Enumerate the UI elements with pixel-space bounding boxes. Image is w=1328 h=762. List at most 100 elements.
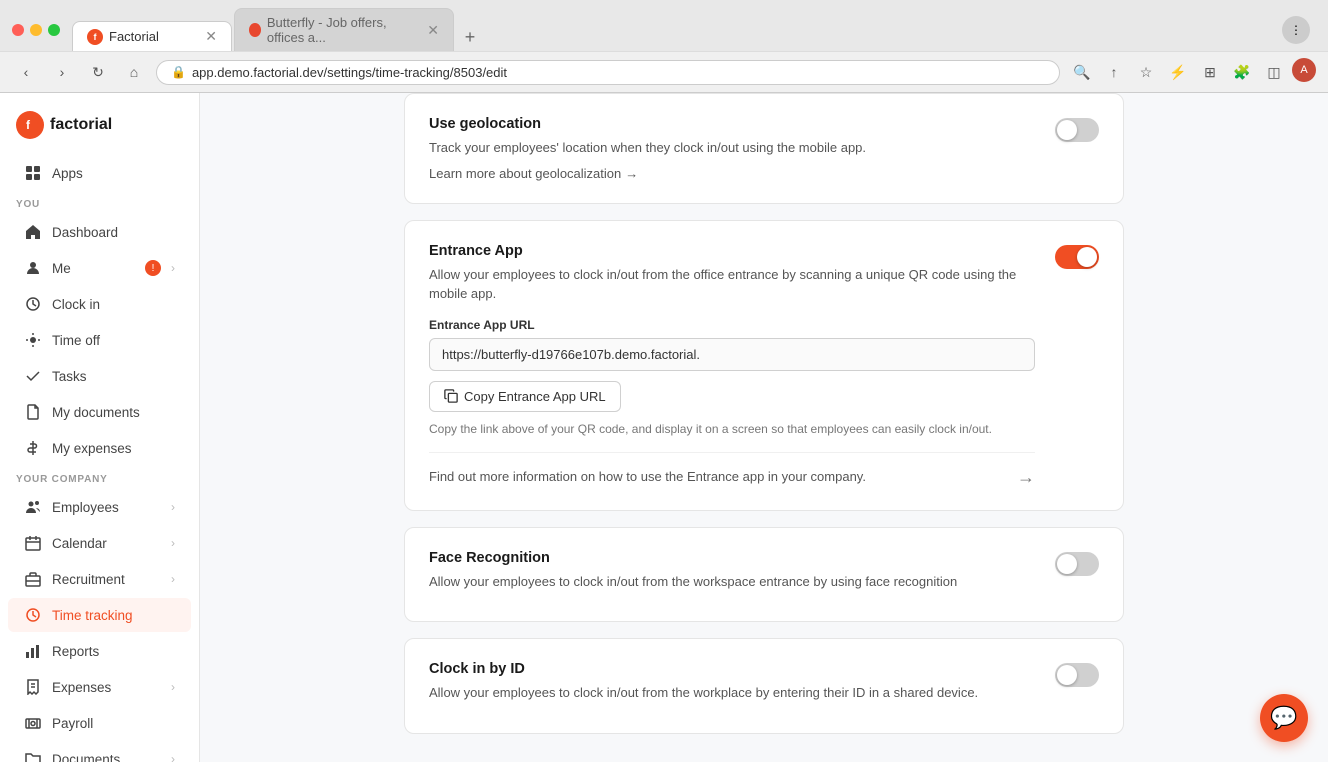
receipt-icon xyxy=(24,678,42,696)
clock-in-by-id-block: Clock in by ID Allow your employees to c… xyxy=(404,638,1124,734)
sidebar-item-label-tasks: Tasks xyxy=(52,369,175,384)
dollar-icon xyxy=(24,439,42,457)
employees-chevron-icon: › xyxy=(171,500,175,514)
address-bar[interactable]: 🔒 app.demo.factorial.dev/settings/time-t… xyxy=(156,60,1060,85)
sidebar-item-employees[interactable]: Employees › xyxy=(8,490,191,524)
sidebar-item-payroll[interactable]: Payroll xyxy=(8,706,191,740)
sun-icon xyxy=(24,331,42,349)
sidebar-item-documents[interactable]: Documents › xyxy=(8,742,191,762)
traffic-light-red[interactable] xyxy=(12,24,24,36)
chat-bubble[interactable]: 💬 xyxy=(1260,694,1308,742)
sidebar-item-my-expenses[interactable]: My expenses xyxy=(8,431,191,465)
sidebar-item-my-documents[interactable]: My documents xyxy=(8,395,191,429)
sidebar-item-label-payroll: Payroll xyxy=(52,716,175,731)
tab-favicon-factorial: f xyxy=(87,29,103,45)
main-content: Use geolocation Track your employees' lo… xyxy=(200,93,1328,762)
sidebar-item-label-time-off: Time off xyxy=(52,333,175,348)
browser-menu-button[interactable]: ⋮ xyxy=(1282,16,1310,44)
address-lock-icon: 🔒 xyxy=(171,65,186,79)
reload-button[interactable]: ↻ xyxy=(84,58,112,86)
clock-in-by-id-toggle-wrapper xyxy=(1055,661,1099,687)
sidebar-item-recruitment[interactable]: Recruitment › xyxy=(8,562,191,596)
sidebar-item-label-expenses: Expenses xyxy=(52,680,161,695)
face-recognition-block: Face Recognition Allow your employees to… xyxy=(404,527,1124,623)
factorial-logo-text: factorial xyxy=(50,116,112,134)
clock-in-by-id-title: Clock in by ID xyxy=(429,661,1035,677)
apps-grid-button[interactable]: ⊞ xyxy=(1196,58,1224,86)
tab-close-factorial[interactable]: ✕ xyxy=(205,28,217,45)
sidebar-item-time-tracking[interactable]: Time tracking xyxy=(8,598,191,632)
geolocation-content: Use geolocation Track your employees' lo… xyxy=(429,116,1035,181)
entrance-app-url-input[interactable] xyxy=(429,338,1035,371)
entrance-app-desc: Allow your employees to clock in/out fro… xyxy=(429,265,1035,304)
sidebar-toggle[interactable]: ◫ xyxy=(1260,58,1288,86)
sidebar-item-label-my-expenses: My expenses xyxy=(52,441,175,456)
briefcase-icon xyxy=(24,570,42,588)
users-icon xyxy=(24,498,42,516)
money-icon xyxy=(24,714,42,732)
copy-note: Copy the link above of your QR code, and… xyxy=(429,420,1035,438)
geolocation-toggle-wrapper xyxy=(1055,116,1099,142)
traffic-lights xyxy=(12,24,60,36)
sidebar-item-label-me: Me xyxy=(52,261,135,276)
tab-butterfly[interactable]: Butterfly - Job offers, offices a... ✕ xyxy=(234,8,454,51)
toolbar-actions: 🔍 ↑ ☆ ⚡ ⊞ 🧩 ◫ A xyxy=(1068,58,1316,86)
entrance-app-toggle-knob xyxy=(1077,247,1097,267)
address-text: app.demo.factorial.dev/settings/time-tra… xyxy=(192,65,507,80)
forward-button[interactable]: › xyxy=(48,58,76,86)
calendar-icon xyxy=(24,534,42,552)
extension-button-1[interactable]: 🧩 xyxy=(1228,58,1256,86)
sidebar-item-tasks[interactable]: Tasks xyxy=(8,359,191,393)
sidebar-item-expenses[interactable]: Expenses › xyxy=(8,670,191,704)
tab-factorial[interactable]: f Factorial ✕ xyxy=(72,21,232,51)
sidebar-item-label-recruitment: Recruitment xyxy=(52,572,161,587)
geolocation-row: Use geolocation Track your employees' lo… xyxy=(429,116,1099,181)
sidebar-item-apps[interactable]: Apps xyxy=(8,156,191,190)
clock-icon xyxy=(24,295,42,313)
sidebar-item-reports[interactable]: Reports xyxy=(8,634,191,668)
geolocation-toggle-knob xyxy=(1057,120,1077,140)
app-layout: f factorial Apps You xyxy=(0,93,1328,762)
sidebar-item-label-employees: Employees xyxy=(52,500,161,515)
tab-favicon-butterfly xyxy=(249,23,261,37)
sidebar-item-dashboard[interactable]: Dashboard xyxy=(8,215,191,249)
sidebar-item-calendar[interactable]: Calendar › xyxy=(8,526,191,560)
geolocation-link[interactable]: Learn more about geolocalization → xyxy=(429,166,1035,181)
face-recognition-content: Face Recognition Allow your employees to… xyxy=(429,550,1035,600)
sidebar-item-me[interactable]: Me ! › xyxy=(8,251,191,285)
tab-close-butterfly[interactable]: ✕ xyxy=(427,22,439,39)
traffic-light-green[interactable] xyxy=(48,24,60,36)
entrance-app-toggle[interactable] xyxy=(1055,245,1099,269)
geolocation-title: Use geolocation xyxy=(429,116,1035,132)
entrance-footer-text: Find out more information on how to use … xyxy=(429,468,1017,486)
traffic-light-yellow[interactable] xyxy=(30,24,42,36)
url-label: Entrance App URL xyxy=(429,318,1035,332)
face-recognition-toggle[interactable] xyxy=(1055,552,1099,576)
new-tab-button[interactable]: + xyxy=(456,23,484,51)
extensions-button[interactable]: ⚡ xyxy=(1164,58,1192,86)
copy-entrance-app-url-button[interactable]: Copy Entrance App URL xyxy=(429,381,621,412)
sidebar-item-label-apps: Apps xyxy=(52,166,175,181)
geolocation-toggle[interactable] xyxy=(1055,118,1099,142)
entrance-footer-arrow-icon[interactable]: → xyxy=(1017,467,1035,488)
search-button[interactable]: 🔍 xyxy=(1068,58,1096,86)
copy-btn-label: Copy Entrance App URL xyxy=(464,389,606,404)
browser-chrome: f Factorial ✕ Butterfly - Job offers, of… xyxy=(0,0,1328,93)
sidebar-logo: f factorial xyxy=(0,103,199,155)
sidebar-item-time-off[interactable]: Time off xyxy=(8,323,191,357)
share-button[interactable]: ↑ xyxy=(1100,58,1128,86)
sidebar-item-clock-in[interactable]: Clock in xyxy=(8,287,191,321)
tab-label-butterfly: Butterfly - Job offers, offices a... xyxy=(267,15,421,45)
entrance-app-title: Entrance App xyxy=(429,243,1035,259)
bar-chart-icon xyxy=(24,642,42,660)
clock-in-by-id-toggle[interactable] xyxy=(1055,663,1099,687)
sidebar-item-label-documents: Documents xyxy=(52,752,161,762)
back-button[interactable]: ‹ xyxy=(12,58,40,86)
clock-in-by-id-desc: Allow your employees to clock in/out fro… xyxy=(429,683,1035,703)
face-recognition-row: Face Recognition Allow your employees to… xyxy=(429,550,1099,600)
profile-button[interactable]: A xyxy=(1292,58,1316,82)
bookmark-button[interactable]: ☆ xyxy=(1132,58,1160,86)
sidebar: f factorial Apps You xyxy=(0,93,200,762)
entrance-footer: Find out more information on how to use … xyxy=(429,452,1035,488)
home-button[interactable]: ⌂ xyxy=(120,58,148,86)
